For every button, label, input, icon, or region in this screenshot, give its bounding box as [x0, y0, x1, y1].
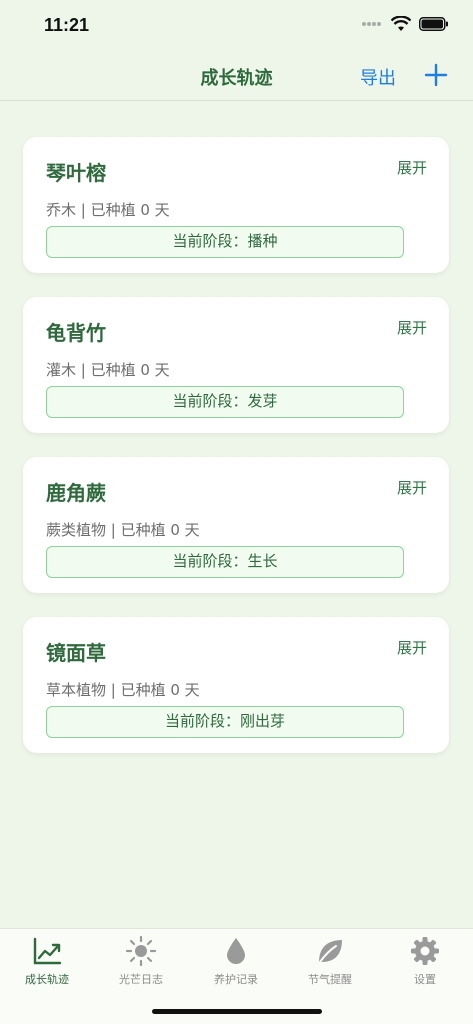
leaf-icon — [319, 940, 342, 963]
status-bar: 11:21 — [0, 0, 473, 52]
nav-bar: 成长轨迹 导出 — [0, 52, 473, 101]
tab-sunlight[interactable]: 光芒日志 — [94, 935, 188, 995]
home-indicator[interactable] — [152, 1009, 322, 1014]
tab-label: 成长轨迹 — [25, 973, 69, 986]
plant-meta: 灌木 | 已种植 0 天 — [46, 361, 170, 379]
tab-solar-terms[interactable]: 节气提醒 — [283, 935, 377, 995]
plant-name: 鹿角蕨 — [46, 481, 106, 505]
tab-growth[interactable]: 成长轨迹 — [0, 935, 94, 995]
tab-label: 光芒日志 — [119, 973, 163, 986]
plant-card[interactable]: 龟背竹 展开 灌木 | 已种植 0 天 当前阶段：发芽 — [23, 297, 449, 433]
plant-name: 琴叶榕 — [46, 161, 106, 185]
expand-button[interactable]: 展开 — [397, 317, 427, 338]
plant-name: 龟背竹 — [46, 321, 106, 345]
expand-button[interactable]: 展开 — [397, 637, 427, 658]
stage-badge: 当前阶段：播种 — [46, 226, 404, 258]
wifi-icon — [391, 16, 411, 31]
stage-badge: 当前阶段：刚出芽 — [46, 706, 404, 738]
plant-card[interactable]: 镜面草 展开 草本植物 | 已种植 0 天 当前阶段：刚出芽 — [23, 617, 449, 753]
page-title: 成长轨迹 — [200, 68, 273, 89]
stage-badge: 当前阶段：生长 — [46, 546, 404, 578]
battery-icon — [419, 17, 448, 31]
signal-icon — [362, 22, 381, 26]
gear-icon — [411, 937, 439, 965]
tab-settings[interactable]: 设置 — [378, 935, 472, 995]
stage-badge: 当前阶段：发芽 — [46, 386, 404, 418]
status-time: 11:21 — [44, 15, 90, 35]
plant-meta: 草本植物 | 已种植 0 天 — [46, 681, 200, 699]
tab-care[interactable]: 养护记录 — [189, 935, 283, 995]
tab-label: 养护记录 — [214, 973, 258, 986]
plant-meta: 蕨类植物 | 已种植 0 天 — [46, 521, 200, 539]
tab-label: 节气提醒 — [308, 973, 352, 986]
sun-icon — [125, 935, 157, 967]
status-icons — [361, 16, 449, 32]
expand-button[interactable]: 展开 — [397, 157, 427, 178]
drop-icon — [227, 938, 245, 964]
plant-meta: 乔木 | 已种植 0 天 — [46, 201, 170, 219]
chart-icon — [33, 937, 62, 965]
tab-label: 设置 — [414, 973, 436, 986]
export-button[interactable]: 导出 — [360, 64, 396, 90]
expand-button[interactable]: 展开 — [397, 477, 427, 498]
plant-card[interactable]: 琴叶榕 展开 乔木 | 已种植 0 天 当前阶段：播种 — [23, 137, 449, 273]
plant-name: 镜面草 — [46, 641, 106, 665]
plant-card[interactable]: 鹿角蕨 展开 蕨类植物 | 已种植 0 天 当前阶段：生长 — [23, 457, 449, 593]
plus-icon[interactable] — [424, 63, 448, 87]
